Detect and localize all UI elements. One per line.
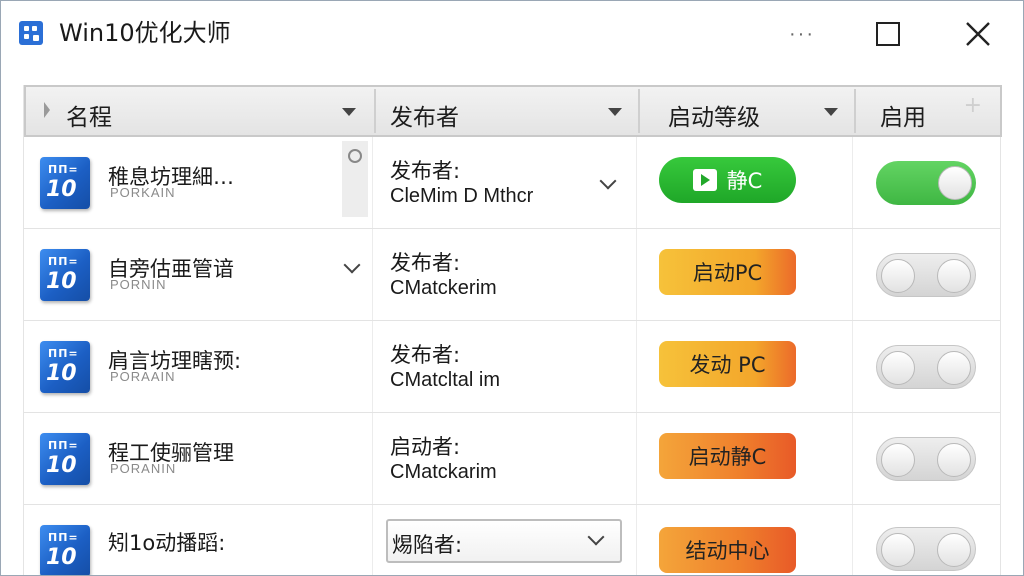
window-title: Win10优化大师 (59, 19, 231, 47)
app-subtitle: PORKAIN (110, 185, 176, 200)
startup-level-button[interactable]: 启动PC (659, 249, 796, 295)
publisher-dropdown[interactable]: 焬陷者: (386, 519, 622, 563)
startup-level-label: 发动 PC (689, 353, 766, 377)
toggle-knob (937, 259, 971, 293)
publisher-value: CleMim D Mthcr (390, 185, 534, 207)
publisher-label: 发布者: (390, 159, 461, 183)
publisher-label: 焬陷者: (392, 533, 463, 557)
table-row[interactable]: ΠΠ= 10 矧1o动播蹈: 焬陷者: 结动中心 (24, 505, 1000, 575)
column-header-enabled[interactable]: 启用 + (856, 87, 1000, 135)
toggle-knob (881, 259, 915, 293)
maximize-button[interactable] (861, 13, 915, 55)
chevron-down-icon (587, 528, 605, 546)
column-header-enabled-label: 启用 (880, 105, 926, 131)
sort-caret-icon (342, 108, 356, 116)
publisher-label: 发布者: (390, 343, 461, 367)
startup-level-label: 结动中心 (685, 539, 770, 563)
cell-divider (636, 321, 637, 412)
startup-level-button[interactable]: 启动静C (659, 433, 796, 479)
column-header-level-label: 启动等级 (668, 105, 760, 131)
table-row[interactable]: ΠΠ= 10 自旁估亜管谙 PORNIN 发布者: CMatckerim 启动PC (24, 229, 1000, 321)
publisher-value: CMatckerim (390, 277, 497, 299)
column-header-name[interactable]: 名程 (26, 87, 374, 135)
maximize-icon (876, 22, 900, 46)
toggle-knob (881, 443, 915, 477)
add-column-icon[interactable]: + (964, 93, 982, 118)
cell-divider (636, 413, 637, 504)
enable-toggle[interactable] (876, 253, 976, 297)
close-button[interactable] (951, 13, 1005, 55)
win10-tile-icon: ΠΠ= 10 (40, 157, 90, 209)
startup-table: 名程 发布者 启动等级 启用 + ΠΠ= 10 稚息坊理細… PORKAIN 发… (23, 85, 1002, 575)
publisher-value: CMatckarim (390, 461, 497, 483)
publisher-label: 发布者: (390, 251, 461, 275)
chevron-down-icon[interactable] (343, 256, 361, 274)
column-header-publisher-label: 发布者 (390, 105, 459, 131)
app-subtitle: PORANIN (110, 461, 177, 476)
sort-caret-icon (608, 108, 622, 116)
startup-level-label: 启动静C (688, 445, 767, 469)
cell-divider (372, 137, 373, 228)
row-scroll-handle[interactable] (342, 141, 368, 217)
cell-divider (852, 505, 853, 575)
column-header-name-label: 名程 (66, 105, 112, 131)
cell-divider (372, 505, 373, 575)
cell-divider (852, 413, 853, 504)
app-subtitle: PORNIN (110, 277, 167, 292)
table-row[interactable]: ΠΠ= 10 肩言坊理瞎预: PORAAIN 发布者: CMatcltal im … (24, 321, 1000, 413)
toggle-knob (881, 351, 915, 385)
startup-level-button[interactable]: 静C (659, 157, 796, 203)
table-row[interactable]: ΠΠ= 10 稚息坊理細… PORKAIN 发布者: CleMim D Mthcr… (24, 137, 1000, 229)
app-logo-icon (19, 21, 43, 45)
cell-divider (372, 321, 373, 412)
enable-toggle[interactable] (876, 437, 976, 481)
toggle-knob (938, 166, 972, 200)
more-options-button[interactable]: ··· (775, 13, 829, 55)
cell-divider (372, 413, 373, 504)
startup-level-button[interactable]: 发动 PC (659, 341, 796, 387)
cell-divider (372, 229, 373, 320)
win10-tile-icon: ΠΠ= 10 (40, 249, 90, 301)
cell-divider (852, 229, 853, 320)
cell-divider (852, 137, 853, 228)
cell-divider (636, 229, 637, 320)
chevron-down-icon[interactable] (599, 172, 617, 190)
win10-tile-icon: ΠΠ= 10 (40, 525, 90, 575)
column-header-level[interactable]: 启动等级 (640, 87, 854, 135)
cell-divider (636, 137, 637, 228)
enable-toggle[interactable] (876, 161, 976, 205)
play-icon (692, 169, 717, 191)
cell-divider (852, 321, 853, 412)
startup-level-label: 静C (726, 169, 763, 193)
table-row[interactable]: ΠΠ= 10 程工使骊管理 PORANIN 启动者: CMatckarim 启动静… (24, 413, 1000, 505)
publisher-value: CMatcltal im (390, 369, 501, 391)
startup-level-button[interactable]: 结动中心 (659, 527, 796, 573)
toggle-knob (937, 351, 971, 385)
toggle-knob (937, 443, 971, 477)
app-name: 矧1o动播蹈: (108, 531, 226, 555)
table-header: 名程 发布者 启动等级 启用 + (24, 85, 1002, 137)
scroll-knob-icon (348, 149, 362, 163)
win10-tile-icon: ΠΠ= 10 (40, 341, 90, 393)
toggle-knob (937, 533, 971, 567)
column-header-publisher[interactable]: 发布者 (376, 87, 638, 135)
publisher-label: 启动者: (390, 435, 461, 459)
win10-tile-icon: ΠΠ= 10 (40, 433, 90, 485)
sort-caret-icon (824, 108, 838, 116)
close-icon (966, 22, 990, 46)
cell-divider (636, 505, 637, 575)
enable-toggle[interactable] (876, 345, 976, 389)
title-bar: Win10优化大师 ··· (1, 1, 1023, 67)
enable-toggle[interactable] (876, 527, 976, 571)
app-subtitle: PORAAIN (110, 369, 176, 384)
app-window: Win10优化大师 ··· 名程 发布者 启动等级 启用 + ΠΠ= 10 稚息… (0, 0, 1024, 576)
more-icon: ··· (789, 23, 815, 45)
toggle-knob (881, 533, 915, 567)
startup-level-label: 启动PC (692, 261, 763, 285)
